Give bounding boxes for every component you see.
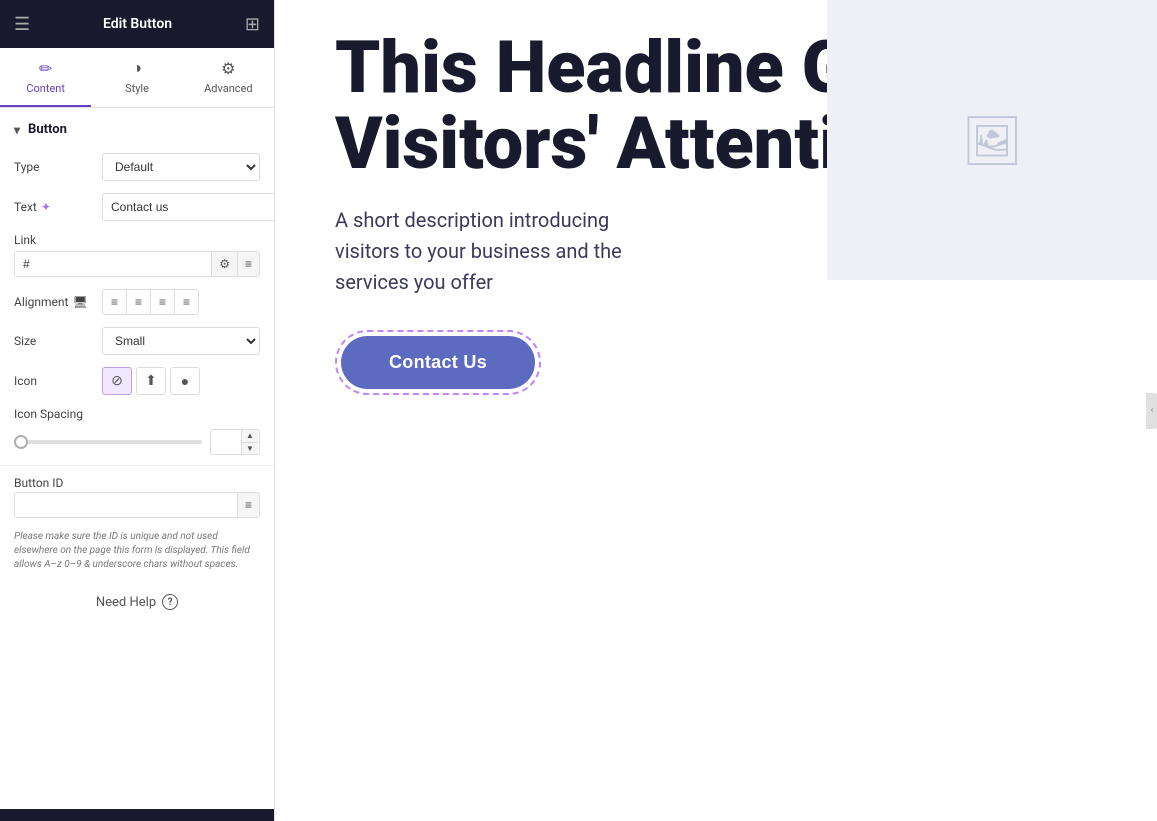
cta-button-selection: Contact Us — [335, 330, 541, 395]
tab-advanced[interactable]: ⚙ Advanced — [183, 48, 274, 107]
slider-value-input[interactable] — [211, 432, 241, 452]
slider-thumb[interactable] — [14, 435, 28, 449]
button-id-options-icon[interactable]: ≡ — [237, 493, 259, 517]
type-field-row: Type Default Info Success Warning Danger — [0, 147, 274, 187]
icon-circle-btn[interactable]: ● — [170, 367, 200, 395]
description: A short description introducing visitors… — [335, 205, 655, 298]
text-input-wrap: ≡ — [102, 193, 274, 221]
align-justify-btn[interactable]: ≡ — [175, 290, 198, 314]
panel-header: ☰ Edit Button ⊞ — [0, 0, 274, 48]
button-id-input[interactable] — [15, 493, 237, 517]
grid-icon[interactable]: ⊞ — [245, 14, 260, 35]
slider-value-wrap: ▲ ▼ — [210, 429, 260, 455]
alignment-field-row: Alignment 🖥 ≡ ≡ ≡ ≡ — [0, 283, 274, 321]
chevron-icon[interactable]: ▾ — [14, 123, 20, 137]
button-id-input-wrap: ≡ — [14, 492, 260, 518]
gear-icon: ⚙ — [221, 59, 235, 78]
size-select[interactable]: Small Medium Large Extra Large — [102, 327, 260, 355]
slider-track[interactable] — [14, 440, 202, 444]
alignment-buttons: ≡ ≡ ≡ ≡ — [102, 289, 199, 315]
align-right-btn[interactable]: ≡ — [151, 290, 175, 314]
link-field-row: Link ⚙ ≡ — [0, 227, 274, 283]
text-input[interactable] — [103, 195, 274, 219]
size-field-row: Size Small Medium Large Extra Large — [0, 321, 274, 361]
align-left-btn[interactable]: ≡ — [103, 290, 127, 314]
need-help-link[interactable]: Need Help ? — [0, 578, 274, 626]
type-control: Default Info Success Warning Danger — [102, 153, 260, 181]
size-control: Small Medium Large Extra Large — [102, 327, 260, 355]
half-circle-icon: ◑ — [132, 58, 142, 78]
type-label: Type — [14, 160, 94, 174]
panel-tabs: ✏ Content ◑ Style ⚙ Advanced — [0, 48, 274, 108]
icon-label: Icon — [14, 374, 94, 388]
icon-spacing-label: Icon Spacing — [14, 407, 260, 421]
divider — [0, 465, 274, 466]
icon-none-btn[interactable]: ⊘ — [102, 367, 132, 395]
link-settings-icon[interactable]: ⚙ — [211, 252, 237, 276]
pencil-icon: ✏ — [39, 59, 52, 78]
monitor-icon: 🖥 — [72, 295, 87, 309]
image-icon: 🖼 — [962, 112, 1023, 169]
size-label: Size — [14, 334, 94, 348]
button-id-label: Button ID — [14, 476, 260, 490]
panel-bottom-bar — [0, 809, 274, 821]
help-circle-icon: ? — [162, 594, 178, 610]
tab-advanced-label: Advanced — [204, 82, 252, 95]
tab-style[interactable]: ◑ Style — [91, 48, 182, 107]
align-center-btn[interactable]: ≡ — [127, 290, 151, 314]
hint-text: Please make sure the ID is unique and no… — [0, 524, 274, 578]
main-canvas: 🖼 ‹ This Headline Grabs Visitors' Attent… — [275, 0, 1157, 821]
link-input[interactable] — [15, 252, 211, 276]
text-label: Text ✦ — [14, 200, 94, 214]
tab-style-label: Style — [125, 82, 149, 95]
icon-spacing-row: Icon Spacing ▲ ▼ — [0, 401, 274, 461]
link-input-wrap: ⚙ ≡ — [14, 251, 260, 277]
icon-upload-btn[interactable]: ⬆ — [136, 367, 166, 395]
icon-control: ⊘ ⬆ ● — [102, 367, 260, 395]
image-placeholder: 🖼 — [827, 0, 1157, 280]
section-label: Button — [28, 122, 67, 137]
text-control: ≡ — [102, 193, 274, 221]
menu-icon[interactable]: ☰ — [14, 14, 30, 35]
spinner-up[interactable]: ▲ — [242, 430, 258, 443]
tab-content[interactable]: ✏ Content — [0, 48, 91, 107]
link-label: Link — [14, 233, 260, 247]
dynamic-tags-icon[interactable]: ✦ — [41, 200, 51, 214]
icon-field-row: Icon ⊘ ⬆ ● — [0, 361, 274, 401]
button-id-row: Button ID ≡ — [0, 470, 274, 524]
icon-options-group: ⊘ ⬆ ● — [102, 367, 200, 395]
need-help-label: Need Help — [96, 595, 156, 610]
collapse-panel-handle[interactable]: ‹ — [1146, 393, 1157, 429]
slider-spinners: ▲ ▼ — [241, 430, 258, 454]
section-button-header: ▾ Button — [0, 108, 274, 147]
spinner-down[interactable]: ▼ — [242, 443, 258, 455]
text-field-row: Text ✦ ≡ — [0, 187, 274, 227]
panel-content: ▾ Button Type Default Info Success Warni… — [0, 108, 274, 809]
tab-content-label: Content — [26, 82, 65, 95]
alignment-label: Alignment 🖥 — [14, 295, 94, 309]
cta-button[interactable]: Contact Us — [341, 336, 535, 389]
slider-control: ▲ ▼ — [14, 429, 260, 455]
type-select[interactable]: Default Info Success Warning Danger — [102, 153, 260, 181]
panel-title: Edit Button — [103, 16, 172, 32]
link-options-icon[interactable]: ≡ — [237, 252, 259, 276]
edit-panel: ☰ Edit Button ⊞ ✏ Content ◑ Style ⚙ Adva… — [0, 0, 275, 821]
